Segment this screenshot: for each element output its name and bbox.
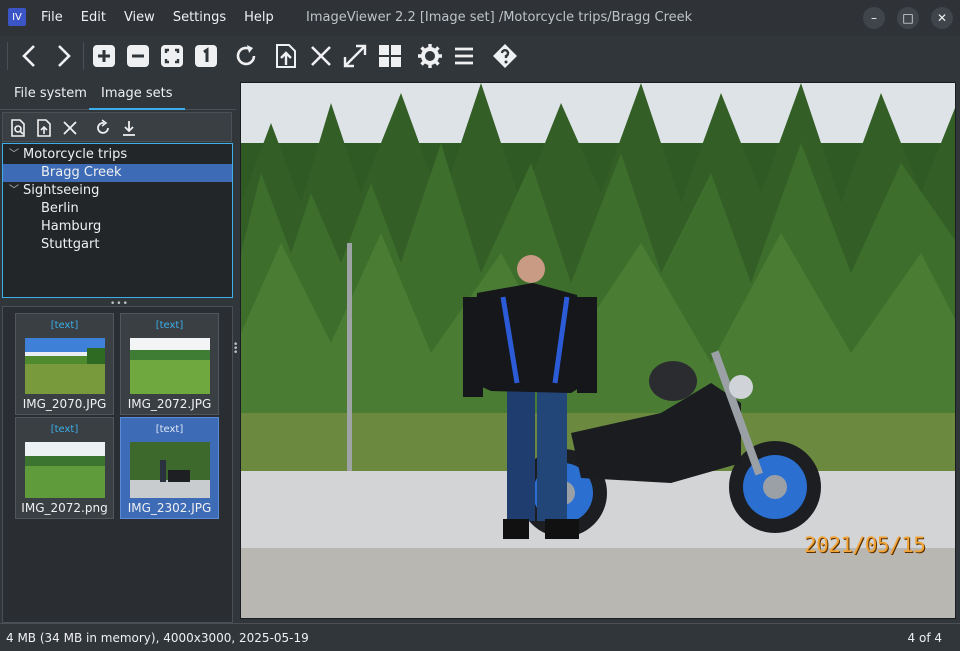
rotate-icon: [236, 45, 256, 66]
tab-file-system[interactable]: File system: [2, 78, 99, 110]
menu-button[interactable]: [448, 40, 480, 72]
refresh-button[interactable]: [92, 117, 114, 139]
panel-tabs: File system Image sets: [0, 78, 236, 110]
download-icon: [123, 121, 135, 136]
thumbnail-tag: [text]: [155, 320, 184, 331]
thumbnail-tag: [text]: [50, 424, 79, 435]
rotate-button[interactable]: [230, 40, 262, 72]
tree-item-label: Motorcycle trips: [23, 147, 128, 162]
remove-icon: [63, 121, 77, 135]
zoom-in-button[interactable]: [88, 40, 120, 72]
tree-item-label: Hamburg: [41, 219, 102, 234]
add-to-set-icon: [37, 119, 51, 137]
vertical-splitter-handle[interactable]: • • •: [233, 341, 238, 358]
toolbar-separator: [83, 42, 84, 70]
thumbnail-grid: [text] IMG_2070.JPG [text] IMG_2072.JPG …: [2, 306, 233, 623]
previous-icon: [22, 45, 35, 67]
image-sets-toolbar: [2, 112, 232, 142]
main-toolbar: [0, 36, 960, 78]
thumbnails-button[interactable]: [374, 40, 406, 72]
menu-settings[interactable]: Settings: [164, 0, 235, 36]
help-button[interactable]: [489, 40, 521, 72]
thumbnail-image: [25, 442, 105, 498]
add-to-set-button[interactable]: [33, 117, 55, 139]
menu-bar: File Edit View Settings Help: [32, 0, 283, 36]
tab-image-sets[interactable]: Image sets: [89, 78, 185, 110]
remove-button[interactable]: [59, 117, 81, 139]
thumbnail-tag: [text]: [155, 424, 184, 435]
menu-help[interactable]: Help: [235, 0, 283, 36]
tree-item-sightseeing[interactable]: ﹀ Sightseeing: [3, 182, 232, 200]
fullscreen-button[interactable]: [339, 40, 371, 72]
chevron-down-icon[interactable]: ﹀: [9, 146, 19, 164]
zoom-out-button[interactable]: [122, 40, 154, 72]
thumbnail-item-selected[interactable]: [text] IMG_2302.JPG: [120, 417, 219, 519]
thumbnail-item[interactable]: [text] IMG_2072.JPG: [120, 313, 219, 415]
status-info: 4 MB (34 MB in memory), 4000x3000, 2025-…: [6, 631, 309, 645]
minimize-icon: –: [871, 11, 877, 25]
menu-view[interactable]: View: [115, 0, 164, 36]
thumbnail-image: [25, 338, 105, 394]
thumbnail-name: IMG_2072.JPG: [127, 397, 212, 411]
minimize-button[interactable]: –: [863, 7, 885, 29]
tree-item-label: Sightseeing: [23, 183, 100, 198]
actual-size-icon: [195, 45, 217, 67]
status-position: 4 of 4: [907, 631, 942, 645]
thumbnails-icon: [379, 45, 401, 67]
download-button[interactable]: [118, 117, 140, 139]
photo-date-stamp: 2021/05/15: [804, 533, 926, 557]
help-icon: [493, 44, 517, 68]
tree-item-label: Bragg Creek: [41, 165, 122, 180]
zoom-out-icon: [127, 45, 149, 67]
tree-item-bragg-creek[interactable]: Bragg Creek: [3, 164, 232, 182]
maximize-button[interactable]: □: [897, 7, 919, 29]
tree-item-label: Berlin: [41, 201, 79, 216]
next-button[interactable]: [47, 40, 79, 72]
menu-edit[interactable]: Edit: [72, 0, 115, 36]
tree-item-stuttgart[interactable]: Stuttgart: [3, 236, 232, 254]
thumbnail-image: [130, 338, 210, 394]
tree-item-hamburg[interactable]: Hamburg: [3, 218, 232, 236]
tree-item-berlin[interactable]: Berlin: [3, 200, 232, 218]
title-bar: IV File Edit View Settings Help ImageVie…: [0, 0, 960, 36]
tree-item-label: Stuttgart: [41, 237, 100, 252]
close-image-button[interactable]: [305, 40, 337, 72]
app-icon: IV: [8, 8, 26, 26]
thumbnail-image: [130, 442, 210, 498]
new-set-button[interactable]: [7, 117, 29, 139]
next-icon: [58, 45, 71, 67]
settings-button[interactable]: [414, 40, 446, 72]
export-button[interactable]: [270, 40, 302, 72]
export-icon: [276, 44, 296, 68]
close-icon: ✕: [936, 11, 948, 25]
thumbnail-name: IMG_2070.JPG: [22, 397, 107, 411]
chevron-down-icon[interactable]: ﹀: [9, 182, 19, 200]
close-window-button[interactable]: ✕: [931, 7, 953, 29]
image-viewer[interactable]: 2021/05/15: [240, 82, 956, 619]
previous-button[interactable]: [14, 40, 46, 72]
zoom-in-icon: [93, 45, 115, 67]
fullscreen-icon: [343, 44, 367, 68]
menu-file[interactable]: File: [32, 0, 72, 36]
fit-to-window-button[interactable]: [156, 40, 188, 72]
thumbnail-name: IMG_2302.JPG: [127, 501, 212, 515]
fit-to-window-icon: [161, 45, 183, 67]
left-panel: File system Image sets ﹀ Motorcycle trip…: [0, 78, 236, 623]
maximize-icon: □: [902, 11, 914, 25]
window-title: ImageViewer 2.2 [Image set] /Motorcycle …: [306, 10, 693, 25]
close-image-icon: [311, 46, 331, 66]
toolbar-separator: [7, 42, 8, 70]
thumbnail-tag: [text]: [50, 320, 79, 331]
thumbnail-item[interactable]: [text] IMG_2072.png: [15, 417, 114, 519]
status-bar: 4 MB (34 MB in memory), 4000x3000, 2025-…: [0, 623, 960, 651]
tree-item-motorcycle-trips[interactable]: ﹀ Motorcycle trips: [3, 146, 232, 164]
menu-icon: [455, 47, 473, 65]
image-set-tree: ﹀ Motorcycle trips Bragg Creek ﹀ Sightse…: [2, 143, 233, 298]
settings-icon: [418, 44, 442, 68]
thumbnail-item[interactable]: [text] IMG_2070.JPG: [15, 313, 114, 415]
new-set-icon: [11, 119, 25, 137]
thumbnail-name: IMG_2072.png: [21, 501, 108, 515]
actual-size-button[interactable]: [190, 40, 222, 72]
refresh-icon: [97, 119, 109, 134]
